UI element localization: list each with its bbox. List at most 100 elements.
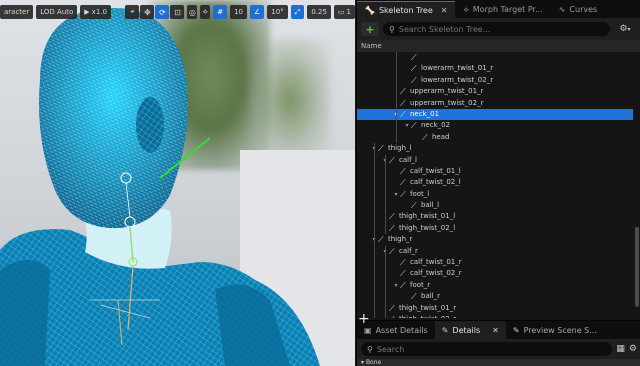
bone-icon: ⟋: [411, 121, 417, 131]
tree-row[interactable]: ⟋ ball_l: [357, 200, 633, 211]
tree-row[interactable]: ⟋ calf_twist_01_l: [357, 166, 633, 177]
tab-label: Preview Scene S...: [523, 325, 597, 335]
select-mode-icon[interactable]: ⌖: [125, 5, 140, 19]
bone-icon: 🦴: [365, 5, 375, 15]
bone-icon: ⟋: [389, 155, 395, 165]
tab-label: Morph Target Pr...: [472, 5, 543, 14]
rotate-icon[interactable]: ⟳: [155, 5, 170, 19]
bone-label: thigh_l: [388, 144, 412, 153]
grid-snap-value[interactable]: 10: [230, 5, 247, 19]
tree-row[interactable]: ⟋ upperarm_twist_02_r: [357, 98, 633, 109]
add-button[interactable]: +: [361, 22, 379, 36]
tree-row[interactable]: ⟋ lowerarm_twist_01_r: [357, 63, 633, 74]
details-search[interactable]: ⚲: [361, 342, 613, 356]
scale-icon[interactable]: ⊡: [170, 5, 185, 19]
morph-icon: ⟡: [463, 4, 469, 14]
grid-snap-toggle[interactable]: #: [213, 5, 228, 19]
close-icon[interactable]: ✕: [492, 326, 499, 335]
bone-label: head: [432, 132, 450, 141]
angle-snap-toggle[interactable]: ∠: [250, 5, 265, 19]
tree-row[interactable]: ⟋ calf_twist_02_l: [357, 177, 633, 188]
bone-icon: ⟋: [411, 64, 417, 74]
skeleton-search[interactable]: ⚲: [383, 22, 610, 36]
tree-row[interactable]: ▾⟋neck_01: [357, 108, 633, 121]
bone-icon: ⟋: [389, 246, 395, 256]
tree-row[interactable]: ▾ ⟋ neck_02: [357, 120, 633, 131]
tree-row[interactable]: ▾⟋calf_r: [357, 246, 633, 257]
tab-morph-target[interactable]: ⟡ Morph Target Pr...: [455, 1, 550, 18]
tree-row[interactable]: ▾ ⟋ foot_l: [357, 189, 633, 200]
tree-row[interactable]: ⟋ calf_twist_01_r: [357, 257, 633, 268]
scrollbar-thumb[interactable]: [635, 227, 639, 307]
tree-guide-line: [396, 52, 397, 144]
angle-snap-value[interactable]: 10°: [267, 5, 288, 19]
bone-icon: ⟋: [400, 98, 406, 108]
bone-icon: ⟋: [400, 109, 406, 119]
tree-row[interactable]: ⟋: [357, 52, 633, 63]
bone-icon: ⟋: [400, 258, 406, 268]
tree-row[interactable]: ⟋ thigh_twist_02_l: [357, 223, 633, 234]
bone-label: foot_l: [410, 189, 430, 198]
expand-caret-icon[interactable]: ▾: [392, 280, 400, 291]
coordinate-space-icon[interactable]: ◎: [187, 5, 198, 19]
scale-snap-icon: ⤢: [294, 8, 301, 16]
tree-row[interactable]: ⟋ lowerarm_twist_02_r: [357, 75, 633, 86]
scale-snap-value[interactable]: 0.25: [307, 5, 331, 19]
bone-label: thigh_twist_02_l: [399, 223, 456, 232]
tree-row[interactable]: ⟋ head: [357, 132, 633, 143]
tree-row[interactable]: ⟋ thigh_twist_01_l: [357, 211, 633, 222]
column-header-label: Name: [361, 42, 382, 50]
tab-preview-scene[interactable]: ✎ Preview Scene S...: [506, 321, 604, 339]
translate-icon[interactable]: ✥: [140, 5, 155, 19]
camera-speed-button[interactable]: ▭ 1: [333, 5, 355, 19]
name-column-header[interactable]: Name: [357, 40, 640, 52]
tree-row[interactable]: ⟋ ball_r: [357, 291, 633, 302]
tree-row[interactable]: ▾ ⟋ foot_r: [357, 280, 633, 291]
expand-caret-icon[interactable]: ▾: [403, 120, 411, 131]
bone-icon: ⟋: [411, 201, 417, 211]
playback-speed-button[interactable]: ▶ x1.0: [80, 5, 111, 19]
details-search-row: ⚲ ▦ ⚙: [357, 339, 640, 359]
search-icon: ⚲: [389, 24, 395, 34]
scale-snap-toggle[interactable]: ⤢: [290, 5, 305, 19]
tree-row[interactable]: ⟋ upperarm_twist_01_r: [357, 86, 633, 97]
bone-label: calf_l: [399, 155, 417, 164]
character-dropdown[interactable]: aracter: [0, 5, 34, 19]
tree-guide-line: [385, 154, 386, 235]
tab-skeleton-tree[interactable]: 🦴 Skeleton Tree ✕: [357, 1, 456, 18]
tab-details[interactable]: ✎ Details ✕: [434, 321, 506, 339]
bone-section-header[interactable]: ▾ Bone: [357, 359, 640, 366]
gear-icon[interactable]: ⚙: [629, 344, 637, 354]
tree-row[interactable]: ⟋ thigh_twist_01_r: [357, 303, 633, 314]
search-input[interactable]: [398, 24, 604, 34]
tab-label: Skeleton Tree: [378, 5, 433, 15]
details-icon: ✎: [441, 325, 449, 335]
bone-label: calf_twist_01_r: [410, 258, 462, 267]
surface-snap-icon[interactable]: ⟡: [200, 5, 211, 19]
skeleton-panel: 🦴 Skeleton Tree ✕ ⟡ Morph Target Pr... ∿…: [356, 0, 640, 366]
lod-dropdown[interactable]: LOD Auto: [36, 5, 78, 19]
settings-button[interactable]: ⚙ ▾: [614, 22, 636, 36]
angle-snap-icon: ∠: [254, 8, 261, 16]
tab-curves[interactable]: ∿ Curves: [551, 1, 605, 18]
details-search-input[interactable]: [376, 344, 607, 354]
bone-icon: ⟋: [400, 189, 406, 199]
expand-caret-icon[interactable]: ▾: [392, 189, 400, 200]
tree-row[interactable]: ▾⟋thigh_r: [357, 234, 633, 245]
details-panel: ▣ Asset Details ✎ Details ✕ ✎ Preview Sc…: [357, 320, 640, 366]
bone-label: thigh_twist_01_l: [399, 212, 456, 221]
close-icon[interactable]: ✕: [441, 6, 448, 15]
tree-row[interactable]: ⟋ thigh_twist_02_r: [357, 314, 633, 318]
tree-scrollbar[interactable]: [635, 52, 639, 318]
tree-row[interactable]: ⟋ calf_twist_02_r: [357, 268, 633, 279]
viewport[interactable]: aracter LOD Auto ▶ x1.0 ⌖ ✥ ⟳ ⊡ ◎ ⟡ # 10…: [0, 0, 355, 366]
play-icon: ▶: [84, 8, 90, 16]
tree-row[interactable]: ▾⟋calf_l: [357, 155, 633, 166]
tree-row[interactable]: ▾⟋thigh_l: [357, 143, 633, 154]
bone-label: calf_twist_02_l: [410, 178, 461, 187]
bone-label: ball_l: [421, 201, 440, 210]
skeleton-search-row: + ⚲ ⚙▾: [357, 18, 640, 40]
bone-label: lowerarm_twist_01_r: [421, 64, 494, 73]
camera-speed-label: 1: [346, 8, 351, 16]
table-view-icon[interactable]: ▦: [616, 344, 625, 354]
